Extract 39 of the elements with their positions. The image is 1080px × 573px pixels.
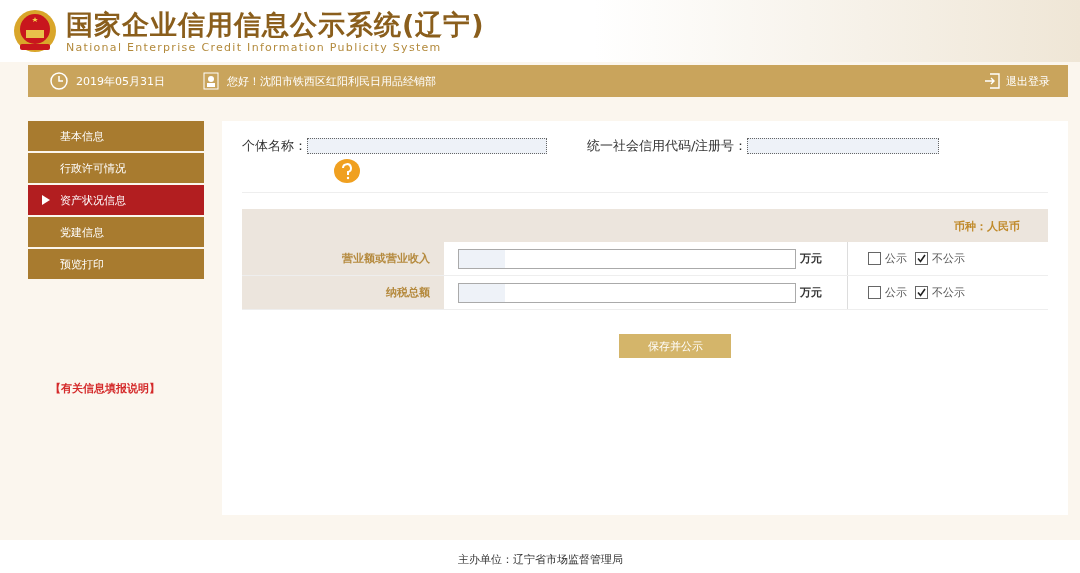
unit-label: 万元 [800,251,822,266]
input-field[interactable] [458,282,796,303]
field-label: 统一社会信用代码/注册号： [587,137,748,155]
date-text: 2019年05月31日 [76,73,165,89]
greeting-text: 您好！沈阳市铁西区红阳利民日用品经销部 [227,73,436,89]
row-label: 营业额或营业收入 [341,251,431,267]
checkbox[interactable] [868,252,881,265]
logout-icon [984,73,1000,89]
input-field[interactable] [747,138,940,154]
checkbox[interactable] [915,286,928,299]
sidebar-item[interactable]: 预览打印 [28,249,204,279]
save-button[interactable]: 保存并公示 [619,334,731,358]
user-icon [203,72,219,90]
sidebar-item[interactable]: 党建信息 [28,217,204,247]
checkbox[interactable] [915,252,928,265]
footer-text: 主办单位：辽宁省市场监督管理局 [457,552,623,568]
currency-label: 币种：人民币 [954,219,1021,235]
input-field[interactable] [307,138,547,154]
site-subtitle: National Enterprise Credit Information Publicity System [66,40,443,54]
checkbox[interactable] [868,286,881,299]
logout-link[interactable]: 退出登录 [984,73,1050,89]
help-link[interactable]: 【有关信息填报说明】 [50,381,204,396]
sidebar-item[interactable]: 资产状况信息 [28,185,204,215]
checkbox-label: 公示 [885,285,907,300]
unit-label: 万元 [800,285,822,300]
sidebar-item[interactable]: 行政许可情况 [28,153,204,183]
checkmark-icon [917,254,926,263]
sidebar-item[interactable]: 基本信息 [28,121,204,151]
national-emblem-icon [12,8,58,54]
caret-icon [42,195,50,205]
input-field[interactable] [458,248,796,269]
checkmark-icon [917,288,926,297]
site-title: 国家企业信用信息公示系统(辽宁) [66,8,485,41]
field-label: 个体名称： [242,137,307,155]
clock-icon [50,72,68,90]
checkbox-label: 不公示 [932,285,965,300]
checkbox-label: 公示 [885,251,907,266]
checkbox-label: 不公示 [932,251,965,266]
row-label: 纳税总额 [385,285,431,301]
